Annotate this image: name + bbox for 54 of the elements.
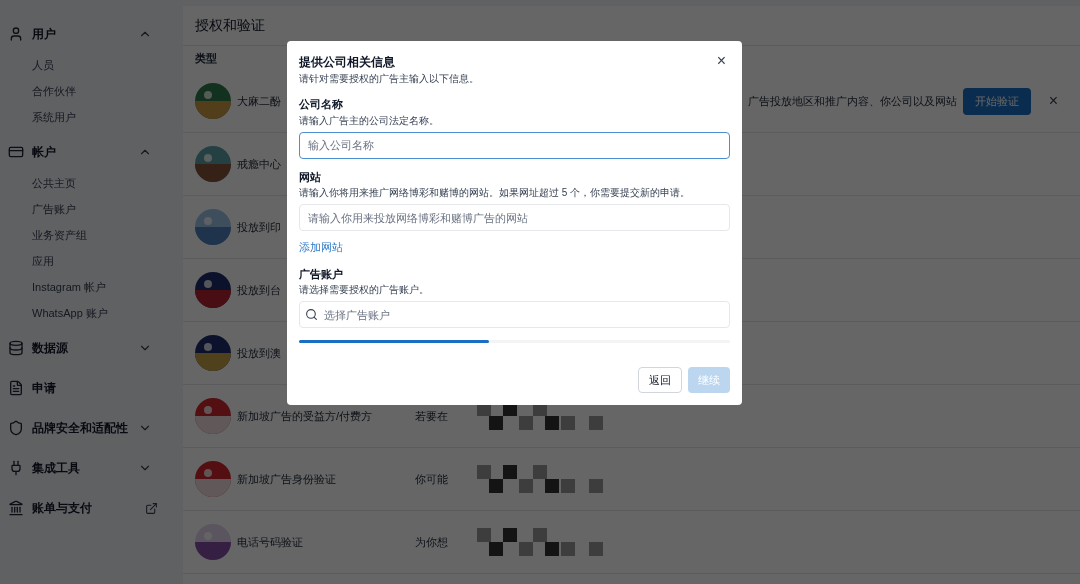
document-icon [8,380,24,396]
row-title: 电话号码验证 [237,534,303,550]
sidebar-item[interactable]: 应用 [16,248,180,274]
sidebar-group-label[interactable]: 品牌安全和适配性 [32,419,138,437]
user-icon [8,26,24,42]
row-title: 投放到印 [237,219,281,235]
dialog-title: 提供公司相关信息 [299,54,396,71]
field-hint: 请输入广告主的公司法定名称。 [299,113,440,128]
field-label: 广告账户 [299,266,344,282]
external-link-icon[interactable] [145,501,158,515]
close-button[interactable]: × [716,53,730,69]
database-icon [8,340,24,356]
sidebar-item[interactable]: Instagram 帐户 [16,274,180,300]
close-button[interactable]: × [1048,89,1058,113]
sidebar-item[interactable]: 合作伙伴 [16,78,180,104]
field-label: 公司名称 [299,97,344,112]
row-title: 投放到台 [237,282,281,298]
plug-icon [8,460,24,476]
row-title: 戒瘾中心 [237,156,281,172]
sidebar-item[interactable]: 系统用户 [16,104,180,130]
banner-text: 广告投放地区和推广内容、你公司以及网站 [747,93,957,109]
search-icon [305,308,318,321]
back-button[interactable]: 返回 [638,367,682,393]
sidebar-group-label[interactable]: 数据源 [32,339,138,357]
card-icon [8,144,24,160]
row-description: 若要在 [415,408,449,424]
start-verification-button[interactable]: 开始验证 [962,87,1031,115]
sidebar-item[interactable]: 公共主页 [16,170,180,196]
sidebar-group-label[interactable]: 账单与支付 [32,499,145,517]
field-label: 网站 [299,169,322,185]
sidebar-item[interactable]: 广告账户 [16,196,180,222]
sidebar-group-label[interactable]: 帐户 [32,143,138,161]
page-title: 授权和验证 [195,16,265,35]
bank-icon [8,500,24,516]
add-website-link[interactable]: 添加网站 [299,239,343,256]
column-header: 类型 [195,50,217,66]
row-description: 为你想 [415,534,449,550]
field-hint: 请输入你将用来推广网络博彩和赌博的网站。如果网址超过 5 个，你需要提交新的申请。 [299,186,692,200]
sidebar-group-label[interactable]: 申请 [32,379,152,397]
dialog-subtitle: 请针对需要授权的广告主输入以下信息。 [299,72,479,86]
row-title: 新加坡广告身份验证 [237,471,336,487]
row-title: 投放到澳 [237,345,281,361]
row-title: 大麻二酚 [237,93,281,109]
sidebar-item[interactable]: 人员 [16,52,180,78]
row-title: 新加坡广告的受益方/付费方 [237,408,373,424]
search-field[interactable]: 选择广告账户 [299,301,730,328]
field-hint: 请选择需要授权的广告账户。 [299,283,430,297]
sidebar-group-label[interactable]: 用户 [32,25,138,43]
sidebar-group-label[interactable]: 集成工具 [32,459,138,477]
shield-icon [8,420,24,436]
input-field[interactable]: 输入公司名称 [299,131,730,159]
sidebar-item[interactable]: 业务资产组 [16,222,180,248]
row-description: 你可能 [415,471,449,487]
sidebar-item[interactable]: WhatsApp 账户 [16,300,180,326]
